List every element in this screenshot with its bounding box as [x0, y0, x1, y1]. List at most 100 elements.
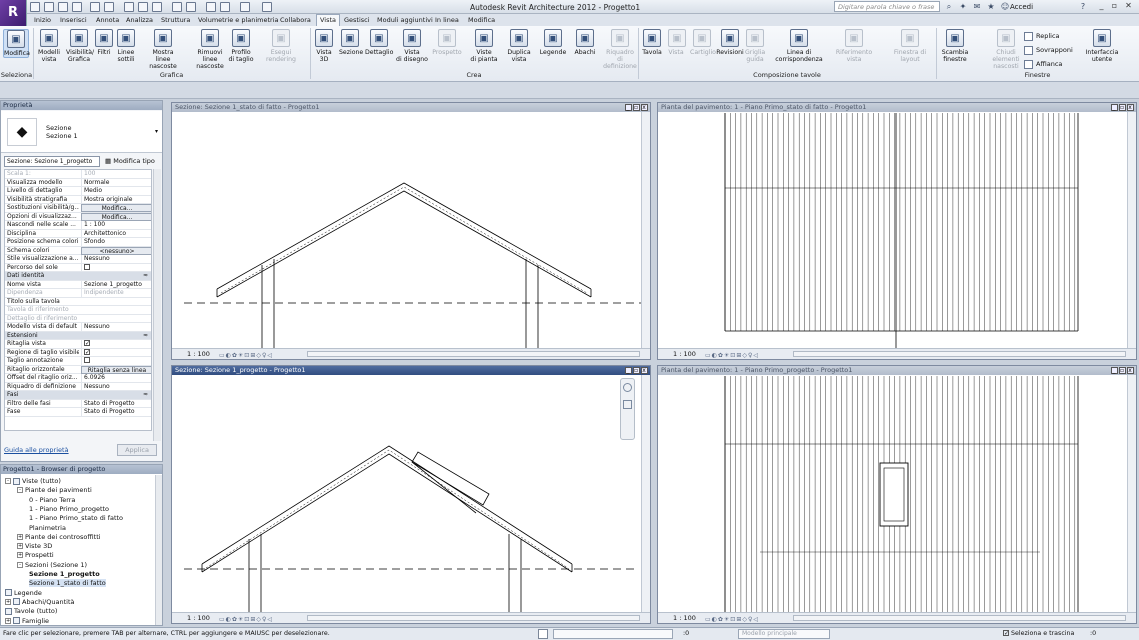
cartiglio-button[interactable]: ▣ Cartiglio — [690, 29, 716, 56]
property-row[interactable]: Percorso del sole — [5, 263, 151, 273]
redo-icon[interactable] — [72, 2, 82, 12]
edit-type-button[interactable]: ▦ Modifica tipo — [105, 156, 155, 167]
chevron-down-icon[interactable]: ▾ — [155, 128, 158, 135]
expand-icon[interactable]: + — [17, 543, 23, 550]
property-value[interactable]: Nessuno — [81, 255, 151, 263]
browser-item[interactable]: Tavole (tutto) — [5, 607, 57, 615]
plan-drawing-existing[interactable] — [660, 113, 1130, 350]
property-row[interactable]: Offset del ritaglio oriz... 6.0926 — [5, 374, 151, 383]
viewport-horizontal-scrollbar[interactable] — [307, 615, 640, 621]
properties-help-link[interactable]: Guida alle proprietà — [4, 446, 69, 454]
checkbox-unchecked[interactable] — [84, 263, 90, 270]
browser-scrollbar[interactable] — [155, 475, 162, 625]
property-row[interactable]: Opzioni di visualizzaz... Modifica... — [5, 212, 151, 221]
abachi-button[interactable]: ▣ Abachi — [572, 29, 598, 56]
view-control-icons[interactable]: ▭◐✿☀⊡⊞◇♀◁ — [219, 351, 299, 358]
property-row[interactable]: Riquadro di definizione Nessuno — [5, 382, 151, 391]
replica-button[interactable]: Replica — [1024, 30, 1060, 42]
property-row[interactable]: Visualizza modello Normale — [5, 178, 151, 187]
viewport-window-buttons[interactable]: _ ▫ x — [624, 367, 648, 374]
expand-icon[interactable]: + — [5, 598, 11, 605]
property-value[interactable]: Stato di Progetto — [81, 408, 151, 416]
tab-inserisci[interactable]: Inserisci — [57, 15, 90, 26]
riferimento-button[interactable]: ▣ Riferimento vista — [832, 29, 876, 63]
view-control-icons[interactable]: ▭◐✿☀⊡⊞◇♀◁ — [705, 615, 785, 622]
vista-button[interactable]: ▣ Vista 3D — [314, 29, 334, 63]
design-option-selector[interactable] — [553, 629, 673, 639]
close-hidden-quick-icon[interactable] — [220, 2, 230, 12]
measure-icon[interactable] — [104, 2, 114, 12]
vista-button[interactable]: ▣ Vista — [668, 29, 686, 56]
section-quick-icon[interactable] — [186, 2, 196, 12]
tab-gestisci[interactable]: Gestisci — [341, 15, 373, 26]
checkbox-unchecked[interactable] — [84, 357, 90, 363]
griglia-button[interactable]: ▣ Griglia guida — [745, 29, 765, 63]
print-icon[interactable] — [90, 2, 100, 12]
filter-count[interactable]: :0 — [1090, 628, 1096, 640]
property-value[interactable]: 1 : 100 — [81, 221, 151, 229]
property-row[interactable]: Disciplina Architettonico — [5, 229, 151, 238]
browser-item[interactable]: 1 - Piano Primo_stato di fatto — [29, 514, 123, 522]
tab-annota[interactable]: Annota — [93, 15, 122, 26]
property-row[interactable]: Modello vista di default Nessuno — [5, 323, 151, 332]
close-icon[interactable]: ✕ — [1123, 1, 1134, 12]
viewport-window-buttons[interactable]: _ ▫ x — [1110, 367, 1134, 374]
browser-item[interactable]: + Abachi/Quantità — [5, 598, 74, 606]
communication-icon[interactable]: ✉ — [972, 2, 982, 12]
viewport-window-buttons[interactable]: _ ▫ x — [624, 104, 648, 111]
property-row[interactable]: Ritaglio orizzontale Ritaglia senza linea — [5, 365, 151, 374]
revisioni-button[interactable]: ▣ Revisioni — [716, 29, 744, 56]
align-dimension-icon[interactable] — [124, 2, 134, 12]
browser-item[interactable]: Legende — [5, 589, 42, 597]
text-icon[interactable] — [152, 2, 162, 12]
minimize-icon[interactable]: _ — [1096, 1, 1107, 12]
section-drawing-existing[interactable] — [174, 113, 644, 350]
property-row[interactable]: Ritaglia vista ✓ — [5, 340, 151, 349]
browser-item[interactable]: + Prospetti — [17, 551, 54, 559]
property-value[interactable]: Sezione 1_progetto — [81, 280, 151, 289]
dettaglio-button[interactable]: ▣ Dettaglio — [365, 29, 393, 56]
browser-item[interactable]: - Sezioni (Sezione 1) — [17, 561, 87, 569]
browser-item[interactable]: - Viste (tutto) — [5, 477, 61, 485]
zoom-icon[interactable] — [623, 400, 632, 409]
expand-icon[interactable]: + — [5, 617, 11, 624]
tab-analizza[interactable]: Analizza — [123, 15, 156, 26]
property-row[interactable]: Stile visualizzazione a... Nessuno — [5, 255, 151, 264]
property-row[interactable]: Posizione schema colori Sfondo — [5, 238, 151, 247]
restore-icon[interactable]: ▫ — [1109, 1, 1120, 12]
filtri-button[interactable]: ▣ Filtri — [95, 29, 113, 56]
tavola-button[interactable]: ▣ Tavola — [641, 29, 663, 56]
property-row[interactable]: Taglio annotazione — [5, 357, 151, 366]
viewport-horizontal-scrollbar[interactable] — [307, 351, 640, 357]
modifica-button[interactable]: ▣ Modifica — [3, 29, 30, 58]
property-edit-button[interactable]: Modifica... — [81, 212, 151, 221]
collapse-icon[interactable]: ≈ — [143, 332, 148, 340]
expand-icon[interactable]: + — [17, 552, 23, 559]
property-value[interactable]: 6.0926 — [81, 374, 151, 382]
duplica-button[interactable]: ▣ Duplica vista — [505, 29, 533, 63]
tab-in-linea[interactable]: In linea — [432, 15, 462, 26]
collapse-icon[interactable]: ≈ — [143, 272, 148, 280]
view-control-icons[interactable]: ▭◐✿☀⊡⊞◇♀◁ — [219, 615, 299, 622]
affianca-button[interactable]: Affianca — [1024, 58, 1062, 70]
undo-icon[interactable] — [58, 2, 68, 12]
legende-button[interactable]: ▣ Legende — [539, 29, 567, 56]
browser-item[interactable]: Sezione 1_stato di fatto — [29, 579, 106, 588]
profilo-button[interactable]: ▣ Profilo di taglio — [227, 29, 255, 63]
view-control-icons[interactable]: ▭◐✿☀⊡⊞◇♀◁ — [705, 351, 785, 358]
riquadro-button[interactable]: ▣ Riquadro di definizione — [603, 29, 637, 70]
browser-item[interactable]: 1 - Piano Primo_progetto — [29, 505, 109, 513]
subscription-icon[interactable]: ✦ — [958, 2, 968, 12]
type-selector[interactable]: ◆ Sezione Sezione 1 ▾ — [1, 111, 162, 153]
help-icon[interactable]: ? — [1078, 2, 1088, 12]
prospetto-button[interactable]: ▣ Prospetto — [432, 29, 462, 56]
search-icon[interactable]: ⌕ — [944, 2, 954, 12]
tab-vista[interactable]: Vista — [316, 14, 341, 26]
select-drag-toggle[interactable]: ✓ Seleziona e trascina — [1003, 628, 1074, 640]
linee-button[interactable]: ▣ Linee sottili — [116, 29, 136, 63]
rimuovi-button[interactable]: ▣ Rimuovi linee nascoste — [189, 29, 231, 70]
viste-button[interactable]: ▣ Viste di pianta — [470, 29, 498, 63]
viewport-vertical-scrollbar[interactable] — [1127, 112, 1136, 349]
modelli-button[interactable]: ▣ Modelli vista — [36, 29, 62, 63]
property-row[interactable]: Sostituzioni visibilità/g... Modifica... — [5, 204, 151, 213]
